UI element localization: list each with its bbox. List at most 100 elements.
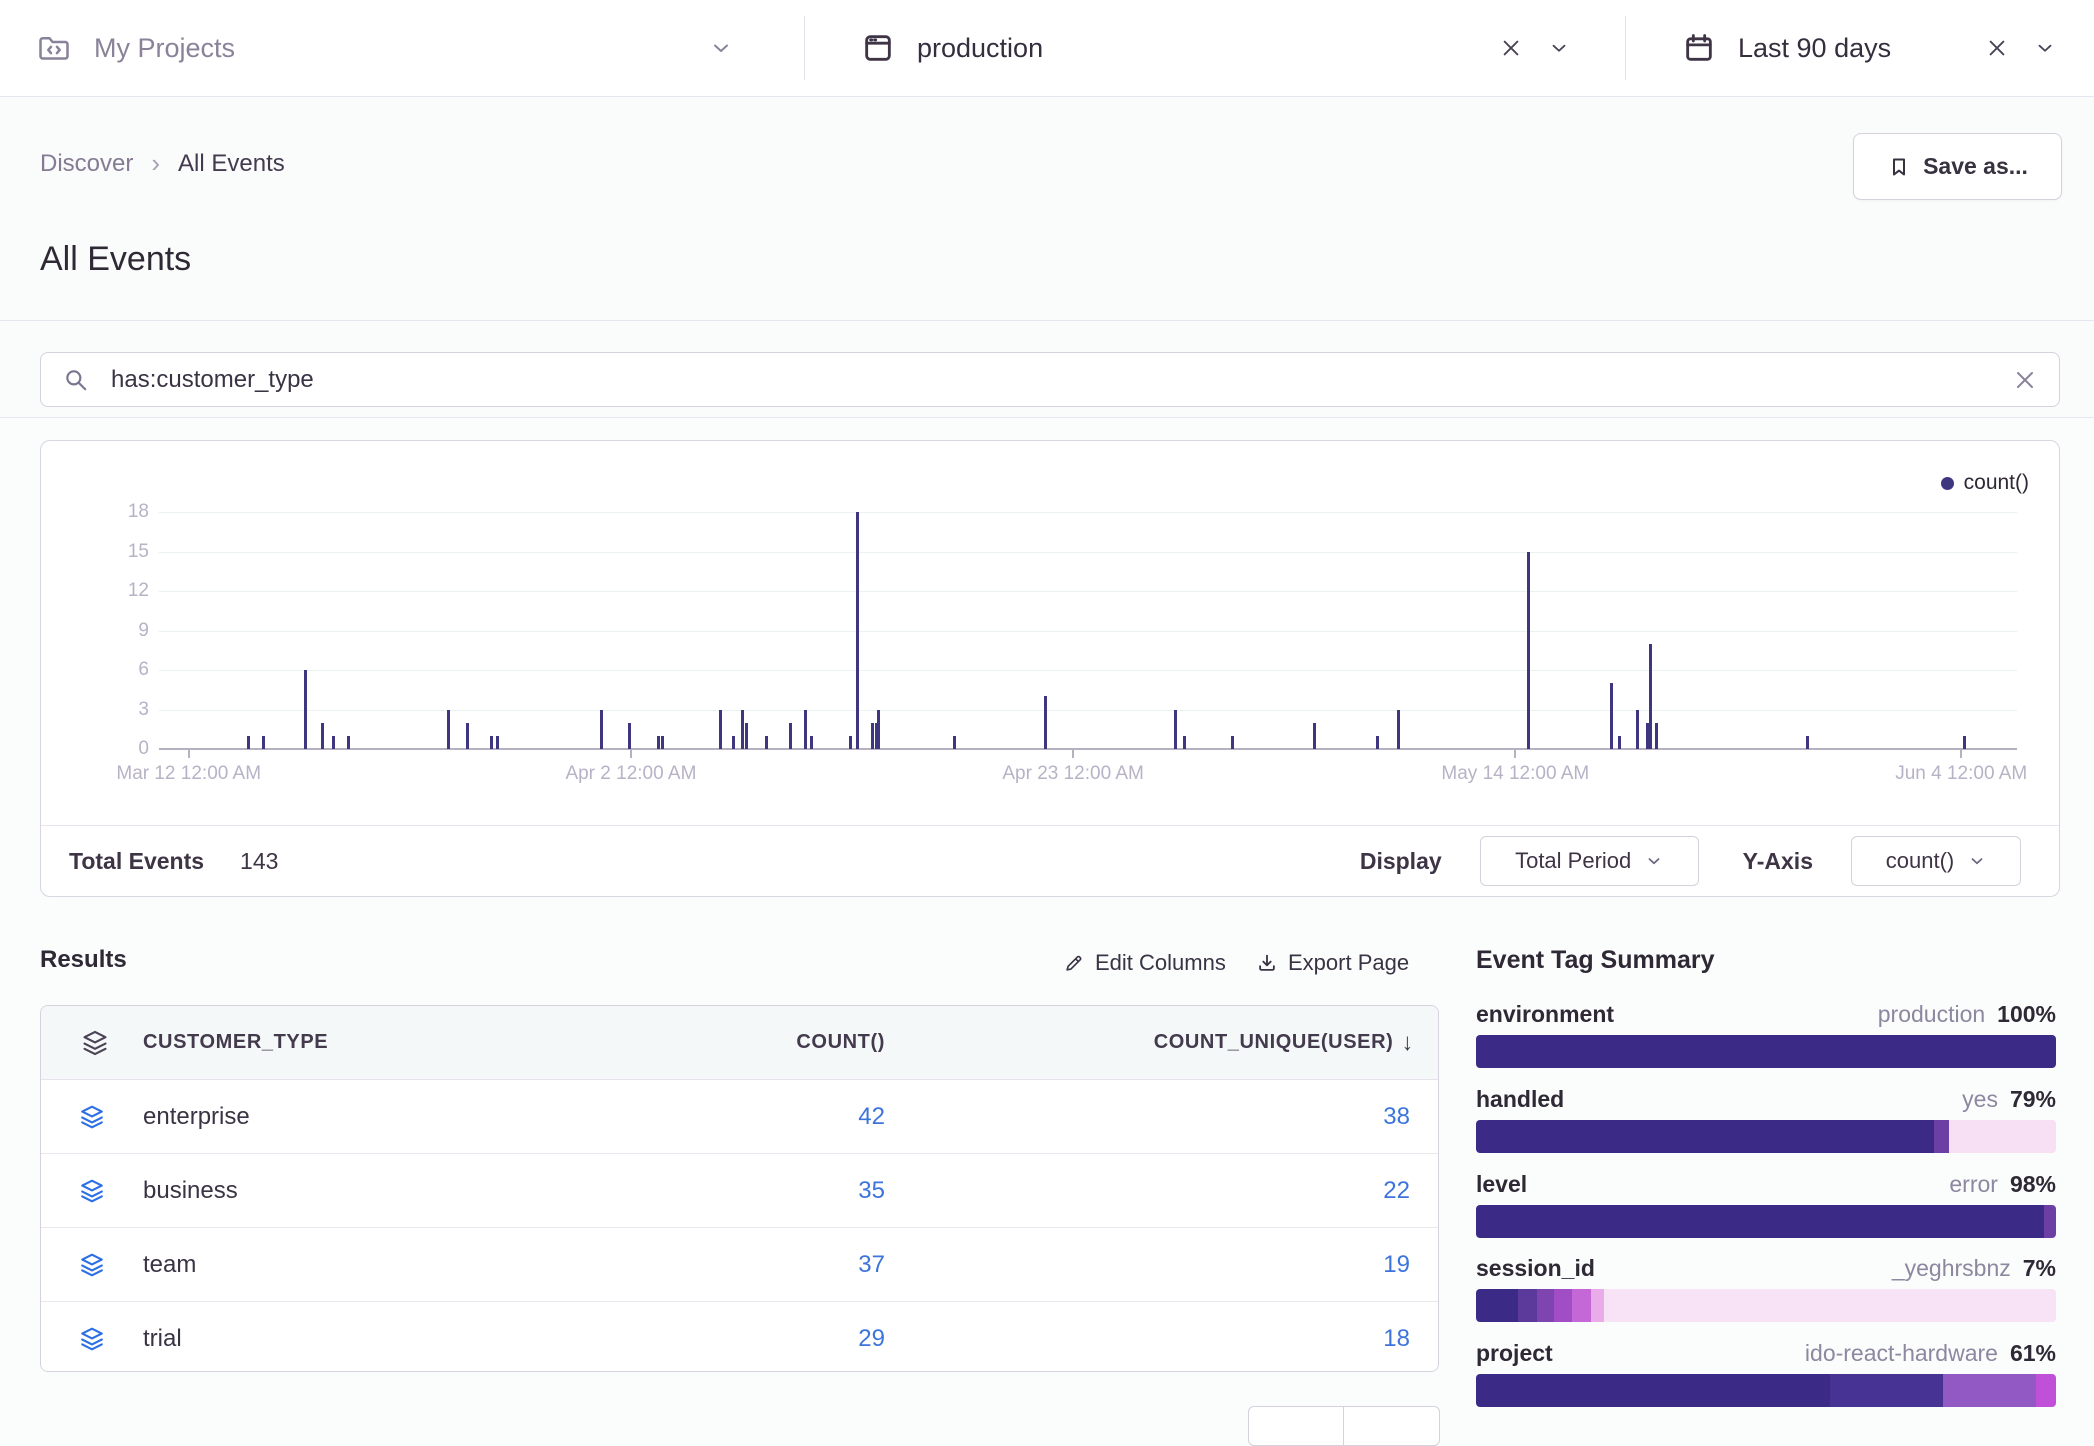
tag-bar-segment[interactable] [1934, 1120, 1949, 1153]
results-table-header: CUSTOMER_TYPE COUNT() COUNT_UNIQUE(USER)… [41, 1006, 1438, 1080]
date-range-chevron-down-icon[interactable] [2034, 37, 2056, 59]
display-label: Display [1360, 848, 1442, 875]
tag-bar-segment[interactable] [1476, 1374, 1830, 1407]
tag-bar-handled[interactable] [1476, 1120, 2056, 1153]
stack-icon[interactable] [81, 1029, 109, 1057]
tag-top-value: error [1949, 1171, 1998, 1197]
environment-chevron-down-icon[interactable] [1548, 37, 1570, 59]
tag-bar-segment[interactable] [1591, 1289, 1604, 1322]
tag-bar-segment[interactable] [1476, 1120, 1934, 1153]
pagination-next-button[interactable] [1344, 1406, 1440, 1446]
tag-bar-environment[interactable] [1476, 1035, 2056, 1068]
edit-columns-button[interactable]: Edit Columns [1063, 950, 1226, 976]
project-selector[interactable]: My Projects [0, 0, 805, 96]
column-header-count[interactable]: COUNT() [796, 1031, 885, 1054]
breadcrumb-separator: › [151, 148, 160, 179]
tag-entry-handled: handledyes79% [1476, 1086, 2056, 1113]
count-unique-cell-link[interactable]: 18 [1383, 1325, 1410, 1353]
chart-bar [719, 710, 722, 750]
tag-bar-segment[interactable] [1572, 1289, 1591, 1322]
projects-folder-icon [36, 30, 72, 66]
chart-y-tick-label: 15 [79, 541, 149, 563]
tag-name: level [1476, 1171, 1527, 1198]
tag-bar-segment[interactable] [1830, 1374, 1943, 1407]
chart-bar [1044, 696, 1047, 749]
breadcrumb-discover-link[interactable]: Discover [40, 150, 133, 178]
chart-bar [1527, 552, 1530, 750]
chart-bar [490, 736, 493, 749]
tag-bar-session_id[interactable] [1476, 1289, 2056, 1322]
count-unique-cell-link[interactable]: 22 [1383, 1177, 1410, 1205]
tag-bar-segment[interactable] [1476, 1289, 1518, 1322]
tag-bar-segment[interactable] [1518, 1289, 1537, 1322]
environment-selector[interactable]: production [805, 0, 1626, 96]
chevron-down-icon [1645, 852, 1663, 870]
tag-top-value: yes [1962, 1086, 1998, 1112]
chart-y-tick-label: 9 [79, 620, 149, 642]
table-row: enterprise4238 [41, 1080, 1438, 1154]
y-axis-dropdown[interactable]: count() [1851, 836, 2021, 886]
chart-gridline [159, 512, 2017, 513]
stack-icon[interactable] [79, 1326, 105, 1352]
count-unique-cell-link[interactable]: 19 [1383, 1251, 1410, 1279]
tag-bar-segment[interactable] [2036, 1374, 2056, 1407]
search-bar[interactable] [40, 352, 2060, 407]
chart-bar [1231, 736, 1234, 749]
count-cell-link[interactable]: 42 [858, 1103, 885, 1131]
search-input[interactable] [109, 365, 2013, 395]
tag-bar-segment[interactable] [1949, 1120, 2056, 1153]
chart-bar [732, 736, 735, 749]
tag-bar-segment[interactable] [1476, 1035, 2056, 1068]
chart-x-tick-label: May 14 12:00 AM [1441, 763, 1589, 785]
save-as-button[interactable]: Save as... [1853, 133, 2062, 200]
date-range-selector[interactable]: Last 90 days [1626, 0, 2094, 96]
stack-icon[interactable] [79, 1252, 105, 1278]
date-range-clear-icon[interactable] [1986, 37, 2008, 59]
results-table-body: enterprise4238business3522team3719trial2… [41, 1080, 1438, 1372]
export-page-label: Export Page [1288, 950, 1409, 976]
customer-type-cell: business [143, 1177, 238, 1205]
column-header-count-unique[interactable]: COUNT_UNIQUE(USER) ↓ [1154, 1029, 1414, 1057]
breadcrumb-current: All Events [178, 150, 285, 178]
count-cell-link[interactable]: 37 [858, 1251, 885, 1279]
chart-bar [810, 736, 813, 749]
pagination [1248, 1406, 1440, 1446]
tag-bar-segment[interactable] [1476, 1205, 2044, 1238]
chart-bar [1610, 683, 1613, 749]
column-header-customer-type[interactable]: CUSTOMER_TYPE [143, 1031, 328, 1054]
tag-name: session_id [1476, 1255, 1595, 1282]
search-clear-icon[interactable] [2013, 368, 2037, 392]
chart-footer: Total Events 143 Display Total Period Y-… [41, 826, 2059, 896]
environment-clear-icon[interactable] [1500, 37, 1522, 59]
display-dropdown[interactable]: Total Period [1480, 836, 1699, 886]
chart-x-tick [1514, 750, 1516, 758]
chart-x-tick [1960, 750, 1962, 758]
legend-series-label: count() [1964, 471, 2029, 495]
export-page-button[interactable]: Export Page [1256, 950, 1409, 976]
tag-entry-session_id: session_id_yeghrsbnz7% [1476, 1255, 2056, 1282]
stack-icon[interactable] [79, 1178, 105, 1204]
tag-bar-level[interactable] [1476, 1205, 2056, 1238]
count-unique-cell-link[interactable]: 38 [1383, 1103, 1410, 1131]
chart-bar [304, 670, 307, 749]
results-heading: Results [40, 946, 127, 974]
tag-bar-segment[interactable] [2044, 1205, 2056, 1238]
tag-entry-project: projectido-react-hardware61% [1476, 1340, 2056, 1367]
sort-descending-icon: ↓ [1401, 1029, 1414, 1057]
tag-top-value: _yeghrsbnz [1892, 1255, 2011, 1281]
customer-type-cell: trial [143, 1325, 182, 1353]
tag-summary-heading: Event Tag Summary [1476, 946, 1715, 975]
tag-bar-segment[interactable] [1604, 1289, 2056, 1322]
count-cell-link[interactable]: 35 [858, 1177, 885, 1205]
project-chevron-down-icon[interactable] [709, 36, 733, 60]
tag-bar-segment[interactable] [1943, 1374, 2036, 1407]
table-row: team3719 [41, 1228, 1438, 1302]
stack-icon[interactable] [79, 1104, 105, 1130]
tag-name: environment [1476, 1001, 1614, 1028]
tag-bar-project[interactable] [1476, 1374, 2056, 1407]
tag-bar-segment[interactable] [1537, 1289, 1554, 1322]
count-cell-link[interactable]: 29 [858, 1325, 885, 1353]
chart-gridline [159, 552, 2017, 553]
pagination-previous-button[interactable] [1248, 1406, 1344, 1446]
tag-bar-segment[interactable] [1554, 1289, 1571, 1322]
